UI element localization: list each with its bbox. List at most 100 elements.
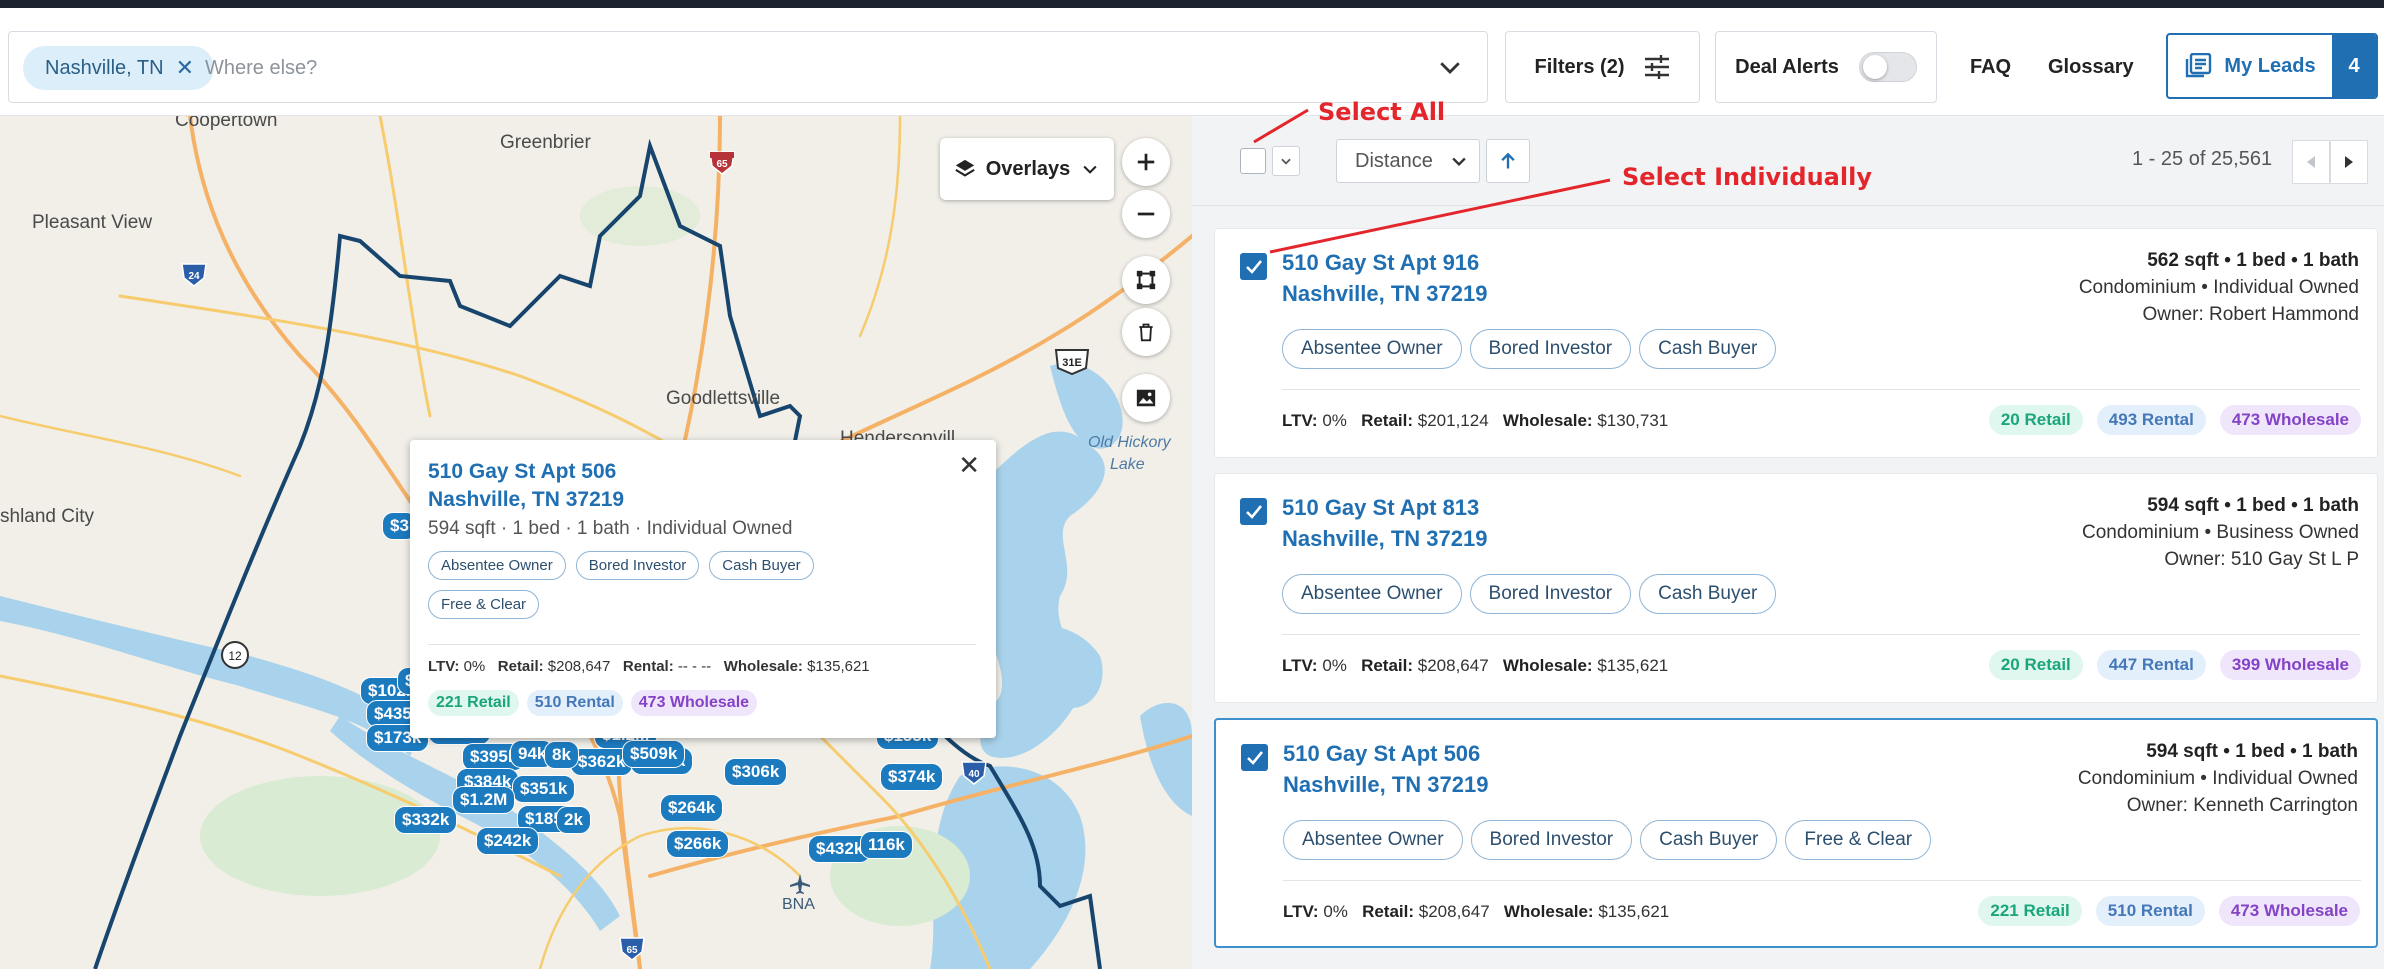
map-image-button[interactable] xyxy=(1122,374,1170,422)
property-checkbox[interactable] xyxy=(1241,744,1268,771)
faq-link[interactable]: FAQ xyxy=(1970,56,2011,79)
chevron-down-icon[interactable] xyxy=(1435,52,1465,82)
wholesale-comps-badge[interactable]: 473 Wholesale xyxy=(2219,405,2361,435)
property-card[interactable]: 510 Gay St Apt 506 Nashville, TN 37219 5… xyxy=(1214,718,2378,948)
price-marker[interactable]: 8k xyxy=(544,741,579,769)
property-financials: LTV: 0% Retail: $208,647 Wholesale: $135… xyxy=(1282,656,1668,676)
location-search[interactable]: Nashville, TN ✕ xyxy=(8,31,1488,103)
sort-select[interactable]: Distance xyxy=(1336,139,1480,183)
popup-tag: Absentee Owner xyxy=(428,551,566,580)
property-tag: Bored Investor xyxy=(1470,820,1633,860)
address-line1: 510 Gay St Apt 916 xyxy=(1282,250,1480,275)
rental-comps-badge[interactable]: 510 Rental xyxy=(526,690,623,716)
ltv-label: LTV: xyxy=(1282,656,1318,675)
price-marker[interactable]: $509k xyxy=(622,740,686,768)
deal-alerts-button[interactable]: Deal Alerts xyxy=(1715,31,1937,103)
popup-tags: Absentee Owner Bored Investor Cash Buyer… xyxy=(428,551,928,619)
price-marker[interactable]: $374k xyxy=(880,763,944,791)
results-panel: Distance 1 - 25 of 25,561 510 Gay St Apt… xyxy=(1192,116,2384,969)
price-marker[interactable]: $1.2M xyxy=(452,786,516,814)
place-goodlettsville: Goodlettsville xyxy=(666,388,781,409)
chevron-down-icon xyxy=(1452,157,1466,166)
zoom-in-button[interactable] xyxy=(1122,138,1170,186)
interstate-shield-icon: 65 xyxy=(619,937,645,961)
select-all-checkbox[interactable] xyxy=(1240,148,1266,174)
rental-comps-badge[interactable]: 510 Rental xyxy=(2095,896,2205,926)
wholesale-comps-badge[interactable]: 473 Wholesale xyxy=(2218,896,2360,926)
property-meta: 562 sqft • 1 bed • 1 bath Condominium • … xyxy=(2079,247,2359,328)
wholesale-comps-badge[interactable]: 399 Wholesale xyxy=(2219,650,2361,680)
property-tag: Absentee Owner xyxy=(1282,574,1462,614)
zoom-out-button[interactable] xyxy=(1122,190,1170,238)
shield-31e-text: 31E xyxy=(1062,357,1082,369)
price-marker[interactable]: $266k xyxy=(666,830,730,858)
rental-comps-badge[interactable]: 447 Rental xyxy=(2096,650,2206,680)
ltv-label: LTV: xyxy=(1283,902,1319,921)
select-options-dropdown[interactable] xyxy=(1272,146,1300,176)
filters-button[interactable]: Filters (2) xyxy=(1505,31,1700,103)
price-marker[interactable]: $332k xyxy=(394,806,458,834)
property-specs: 594 sqft • 1 bed • 1 bath xyxy=(2147,495,2359,516)
airport-icon xyxy=(790,874,810,894)
retail-value: $208,647 xyxy=(1417,656,1489,675)
interstate-shield-icon: 65 xyxy=(709,151,735,175)
price-marker[interactable]: $264k xyxy=(660,794,724,822)
retail-comps-badge[interactable]: 221 Retail xyxy=(1978,896,2082,926)
retail-value: $201,124 xyxy=(1417,411,1489,430)
property-card[interactable]: 510 Gay St Apt 916 Nashville, TN 37219 5… xyxy=(1214,228,2378,458)
property-checkbox[interactable] xyxy=(1240,253,1267,280)
property-meta: 594 sqft • 1 bed • 1 bath Condominium • … xyxy=(2082,492,2359,573)
property-tag: Absentee Owner xyxy=(1283,820,1463,860)
property-address[interactable]: 510 Gay St Apt 506 Nashville, TN 37219 xyxy=(1283,738,1488,800)
property-card[interactable]: 510 Gay St Apt 813 Nashville, TN 37219 5… xyxy=(1214,473,2378,703)
next-page-button[interactable] xyxy=(2330,140,2368,184)
property-tag: Bored Investor xyxy=(1469,329,1632,369)
delete-shape-button[interactable] xyxy=(1122,308,1170,356)
property-address[interactable]: 510 Gay St Apt 916 Nashville, TN 37219 xyxy=(1282,247,1487,309)
map[interactable]: Coopertown Greenbrier Pleasant View Good… xyxy=(0,116,1192,969)
popup-address[interactable]: 510 Gay St Apt 506 Nashville, TN 37219 xyxy=(428,458,624,514)
deal-alerts-toggle[interactable] xyxy=(1858,52,1917,82)
remove-chip-icon[interactable]: ✕ xyxy=(176,55,194,81)
retail-comps-badge[interactable]: 20 Retail xyxy=(1988,405,2083,435)
address-line2: Nashville, TN 37219 xyxy=(1283,772,1489,797)
comps-badges: 20 Retail 447 Rental 399 Wholesale xyxy=(1988,650,2361,680)
address-line1: 510 Gay St Apt 813 xyxy=(1282,495,1480,520)
property-ownership: Condominium • Individual Owned xyxy=(2077,768,2358,789)
property-ownership: Condominium • Business Owned xyxy=(2081,522,2359,543)
overlays-button[interactable]: Overlays xyxy=(940,138,1114,200)
property-owner: Owner: Robert Hammond xyxy=(2142,304,2359,325)
top-strip xyxy=(0,0,2384,8)
address-line2: Nashville, TN 37219 xyxy=(1282,281,1488,306)
comps-badges: 20 Retail 493 Rental 473 Wholesale xyxy=(1988,405,2361,435)
price-marker[interactable]: $351k xyxy=(512,775,576,803)
price-marker[interactable]: $242k xyxy=(476,827,540,855)
price-marker[interactable]: 116k xyxy=(860,831,913,859)
my-leads-button[interactable]: My Leads 4 xyxy=(2166,33,2378,99)
rental-label: Rental: xyxy=(622,658,674,675)
wholesale-value: $135,621 xyxy=(807,658,870,675)
previous-page-button[interactable] xyxy=(2292,140,2330,184)
glossary-link[interactable]: Glossary xyxy=(2048,56,2134,79)
place-ashland-city: shland City xyxy=(0,506,94,527)
search-input[interactable] xyxy=(205,50,1305,86)
retail-comps-badge[interactable]: 20 Retail xyxy=(1988,650,2083,680)
sort-label: Distance xyxy=(1355,149,1433,172)
retail-label: Retail: xyxy=(497,658,544,675)
shield-12-text: 12 xyxy=(228,649,242,663)
wholesale-comps-badge[interactable]: 473 Wholesale xyxy=(630,690,758,716)
property-address[interactable]: 510 Gay St Apt 813 Nashville, TN 37219 xyxy=(1282,492,1487,554)
property-checkbox[interactable] xyxy=(1240,498,1267,525)
retail-comps-badge[interactable]: 221 Retail xyxy=(428,690,519,716)
property-owner: Owner: Kenneth Carrington xyxy=(2126,795,2358,816)
close-icon[interactable]: ✕ xyxy=(958,450,980,481)
filters-label: Filters (2) xyxy=(1534,55,1625,78)
rental-comps-badge[interactable]: 493 Rental xyxy=(2096,405,2206,435)
location-chip[interactable]: Nashville, TN ✕ xyxy=(23,46,214,90)
interstate-shield-icon: 24 xyxy=(181,263,207,287)
price-marker[interactable]: 2k xyxy=(556,806,591,834)
draw-shape-button[interactable] xyxy=(1122,256,1170,304)
sort-direction-button[interactable] xyxy=(1486,139,1530,183)
price-marker[interactable]: $306k xyxy=(724,758,788,786)
popup-address-line2: Nashville, TN 37219 xyxy=(428,488,625,511)
